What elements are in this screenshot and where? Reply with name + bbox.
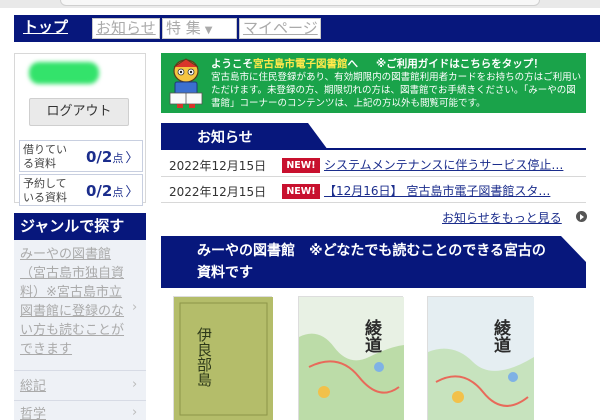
divider xyxy=(14,400,146,401)
reserved-value: 0/2点〉 xyxy=(86,181,138,200)
news-item[interactable]: 2022年12月15日 NEW! システムメンテナンスに伴うサービス停止… xyxy=(161,153,586,177)
nav-news[interactable]: お知らせ xyxy=(92,18,160,39)
borrowing-status[interactable]: 借りている資料 0/2点〉 xyxy=(19,140,143,172)
news-title-link[interactable]: システムメンテナンスに伴うサービス停止… xyxy=(324,156,579,173)
banner-guide-link[interactable]: ※ご利用ガイドはこちらをタップ！ xyxy=(376,58,544,70)
book-cover[interactable]: 綾道 xyxy=(298,296,404,420)
mascot-icon xyxy=(169,58,203,108)
book-cover-art: 綾道 xyxy=(299,297,404,420)
chevron-right-icon: › xyxy=(132,300,138,315)
news-title-link[interactable]: 【12月16日】 宮古島市電子図書館スタ… xyxy=(324,182,579,199)
address-bar[interactable] xyxy=(60,0,540,6)
nav-feature-label: 特 集 xyxy=(166,19,201,37)
banner-welcome-suffix: へ xyxy=(347,58,359,70)
book-title: 伊良部島 xyxy=(195,327,213,387)
news-item[interactable]: 2022年12月15日 NEW! 【12月16日】 宮古島市電子図書館スタ… xyxy=(161,179,586,203)
user-name-blurred xyxy=(29,62,99,84)
book-cover[interactable]: 伊良部島 xyxy=(173,296,273,420)
borrowing-unit: 点 xyxy=(112,152,124,165)
banner-welcome: ようこそ宮古島市電子図書館へ ※ご利用ガイドはこちらをタップ！ xyxy=(211,56,544,71)
banner-library-name: 宮古島市電子図書館 xyxy=(253,58,348,70)
welcome-banner[interactable]: ようこそ宮古島市電子図書館へ ※ご利用ガイドはこちらをタップ！ 宮古島市に住民登録… xyxy=(161,53,586,113)
news-heading-label: お知らせ xyxy=(197,130,253,146)
genre-list: みーやの図書館（宮古島市独自資料）※宮古島市立図書館に登録のない方も読むことがで… xyxy=(14,240,146,420)
book-title: 綾道 xyxy=(490,318,511,353)
global-nav: トップ お知らせ 特 集 ▼ マイページ xyxy=(14,15,600,42)
new-badge: NEW! xyxy=(282,184,320,199)
reserved-unit: 点 xyxy=(112,186,124,199)
chevron-right-icon: › xyxy=(132,377,138,392)
nav-feature[interactable]: 特 集 ▼ xyxy=(162,18,237,39)
miyako-heading: みーやの図書館 ※どなたでも読むことのできる宮古の資料です xyxy=(161,236,586,288)
news-more-link[interactable]: お知らせをもっと見る xyxy=(442,209,562,226)
nav-top[interactable]: トップ xyxy=(20,18,71,39)
page: トップ お知らせ 特 集 ▼ マイページ ログアウト 借りている資料 0/2点〉 … xyxy=(0,0,600,420)
reserved-status[interactable]: 予約している資料 0/2点〉 xyxy=(19,174,143,206)
reserved-count: 0/2 xyxy=(86,182,113,200)
browser-strip xyxy=(0,0,600,8)
chevron-down-icon: ▼ xyxy=(204,25,213,36)
chevron-right-icon: 〉 xyxy=(125,185,139,200)
news-date: 2022年12月15日 xyxy=(169,159,267,173)
book-title: 綾道 xyxy=(361,318,382,353)
borrowing-count: 0/2 xyxy=(86,148,113,166)
genre-item-general[interactable]: 総記 xyxy=(20,377,124,396)
book-cover[interactable]: 綾道 xyxy=(427,296,534,420)
logout-button[interactable]: ログアウト xyxy=(29,98,129,126)
arrow-circle-icon[interactable] xyxy=(576,211,587,222)
banner-description: 宮古島市に住民登録があり、有効期限内の図書館利用者カードをお持ちの方はご利用いた… xyxy=(211,72,582,109)
chevron-right-icon: 〉 xyxy=(125,151,139,166)
reserved-label: 予約している資料 xyxy=(23,177,67,204)
borrowing-value: 0/2点〉 xyxy=(86,147,138,166)
genre-item-miyako[interactable]: みーやの図書館（宮古島市独自資料）※宮古島市立図書館に登録のない方も読むことがで… xyxy=(20,245,124,359)
book-cover-art: 伊良部島 xyxy=(174,297,273,420)
banner-welcome-prefix: ようこそ xyxy=(211,58,253,70)
account-panel: ログアウト 借りている資料 0/2点〉 予約している資料 0/2点〉 xyxy=(14,53,146,206)
borrowing-label: 借りている資料 xyxy=(23,143,67,170)
divider xyxy=(14,370,146,371)
book-cover-art: 綾道 xyxy=(428,297,534,420)
news-date: 2022年12月15日 xyxy=(169,185,267,199)
new-badge: NEW! xyxy=(282,158,320,173)
miyako-heading-label: みーやの図書館 ※どなたでも読むことのできる宮古の資料です xyxy=(197,243,546,281)
genre-item-philosophy[interactable]: 哲学 xyxy=(20,405,124,420)
chevron-right-icon: › xyxy=(132,405,138,420)
news-heading: お知らせ xyxy=(161,123,586,150)
nav-mypage[interactable]: マイページ xyxy=(239,18,321,39)
genre-heading: ジャンルで探す xyxy=(14,213,146,240)
